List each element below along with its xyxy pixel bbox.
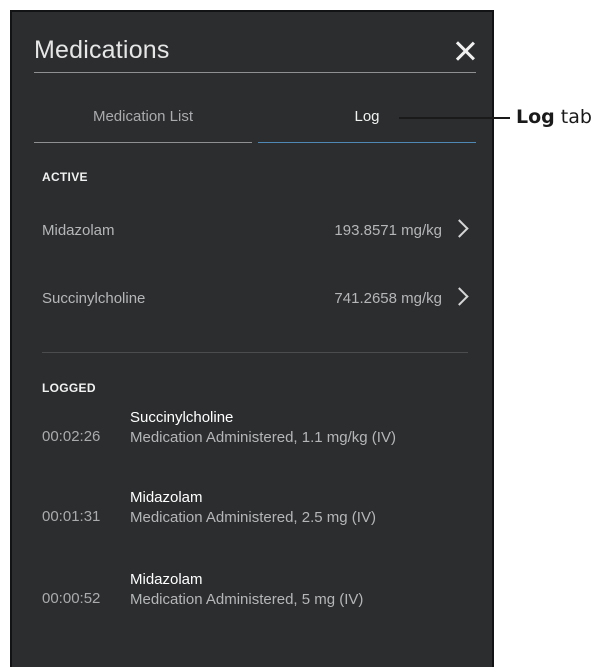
medication-dose: 193.8571 mg/kg bbox=[334, 222, 442, 239]
log-entry: 00:02:26 Succinylcholine Medication Admi… bbox=[42, 409, 472, 459]
section-divider bbox=[42, 352, 468, 353]
active-tab-underline bbox=[258, 142, 476, 143]
log-medication: Midazolam bbox=[130, 571, 203, 588]
tab-label: Log bbox=[354, 108, 380, 125]
logged-section-title: LOGGED bbox=[42, 381, 96, 395]
close-icon[interactable] bbox=[454, 40, 476, 62]
callout-line bbox=[399, 117, 510, 119]
tab-bar: Medication List Log bbox=[34, 107, 476, 147]
tab-medication-list[interactable]: Medication List bbox=[34, 107, 252, 143]
callout-bold: Log bbox=[516, 106, 555, 128]
active-section-title: ACTIVE bbox=[42, 170, 88, 184]
log-detail: Medication Administered, 1.1 mg/kg (IV) bbox=[130, 429, 396, 446]
tab-underline bbox=[34, 142, 252, 143]
log-medication: Midazolam bbox=[130, 489, 203, 506]
tab-label: Medication List bbox=[92, 108, 194, 125]
active-medication-row[interactable]: Midazolam 193.8571 mg/kg bbox=[42, 218, 474, 248]
chevron-right-icon bbox=[450, 219, 469, 238]
log-time: 00:02:26 bbox=[42, 428, 101, 445]
callout-rest: tab bbox=[554, 106, 592, 128]
medication-name: Midazolam bbox=[42, 222, 115, 239]
callout-label: Log tab bbox=[516, 106, 592, 128]
medication-dose: 741.2658 mg/kg bbox=[334, 290, 442, 307]
active-medication-row[interactable]: Succinylcholine 741.2658 mg/kg bbox=[42, 286, 474, 316]
log-entry: 00:00:52 Midazolam Medication Administer… bbox=[42, 571, 472, 621]
panel-header: Medications bbox=[34, 36, 476, 76]
log-detail: Medication Administered, 2.5 mg (IV) bbox=[130, 509, 376, 526]
log-time: 00:01:31 bbox=[42, 508, 101, 525]
panel-title: Medications bbox=[34, 36, 170, 64]
medication-name: Succinylcholine bbox=[42, 290, 146, 307]
log-detail: Medication Administered, 5 mg (IV) bbox=[130, 591, 364, 608]
log-time: 00:00:52 bbox=[42, 590, 101, 607]
header-divider bbox=[34, 72, 476, 73]
log-medication: Succinylcholine bbox=[130, 409, 234, 426]
tab-log[interactable]: Log bbox=[258, 107, 476, 143]
log-entry: 00:01:31 Midazolam Medication Administer… bbox=[42, 489, 472, 539]
chevron-right-icon bbox=[450, 287, 469, 306]
medications-panel: Medications Medication List Log ACTIVE M… bbox=[10, 10, 494, 667]
